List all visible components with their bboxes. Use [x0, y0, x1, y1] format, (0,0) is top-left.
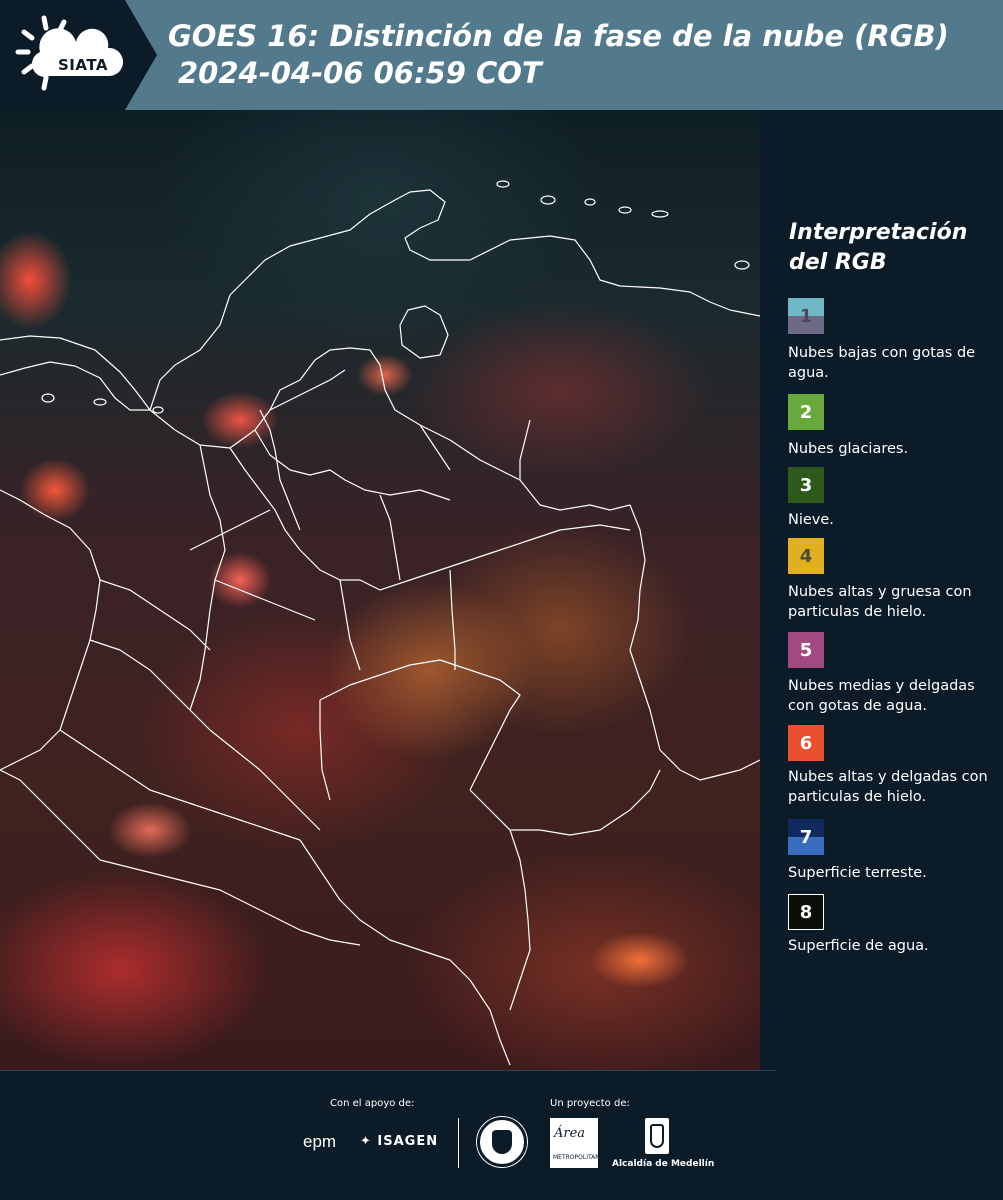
- medellin-shield-icon: [645, 1118, 669, 1154]
- island: [584, 198, 596, 206]
- legend-label-3: Nieve.: [788, 512, 834, 528]
- island: [152, 406, 164, 414]
- isagen-logo: ✦ ISAGEN: [360, 1134, 439, 1149]
- area-logo-subtext: METROPOLITANA: [553, 1154, 604, 1161]
- island: [496, 180, 510, 188]
- legend-number-1: 1: [799, 305, 813, 327]
- legend-swatch-1: 1: [788, 298, 824, 334]
- country-borders: [0, 180, 760, 1066]
- legend-number-7: 7: [799, 826, 813, 848]
- satellite-image: [0, 110, 760, 1070]
- legend-label-8: Superficie de agua.: [788, 938, 929, 954]
- legend-number-3: 3: [799, 474, 813, 496]
- legend-swatch-8: 8: [788, 894, 824, 930]
- maracaibo-lake: [399, 305, 449, 359]
- header: SIATA GOES 16: Distinción de la fase de …: [0, 0, 1003, 110]
- pacific-coastline: [0, 489, 101, 771]
- legend-label-2: Nubes glaciares.: [788, 441, 909, 457]
- island: [651, 210, 669, 218]
- project-label: Un proyecto de:: [550, 1098, 630, 1109]
- logo-text: SIATA: [58, 56, 109, 74]
- page-datetime: 2024-04-06 06:59 COT: [178, 56, 542, 90]
- legend-swatch-6: 6: [788, 725, 824, 761]
- panama-border: [0, 361, 150, 411]
- area-logo-text: Área: [554, 1126, 586, 1141]
- support-label: Con el apoyo de:: [330, 1098, 415, 1109]
- legend-number-6: 6: [799, 732, 813, 754]
- legend-number-5: 5: [799, 639, 813, 661]
- legend-label-4: Nubes altas y gruesa con particulas de h…: [788, 584, 972, 620]
- legend-swatch-5: 5: [788, 632, 824, 668]
- legend-label-6: Nubes altas y delgadas con particulas de…: [788, 769, 988, 805]
- siata-logo: SIATA: [14, 12, 126, 98]
- island: [41, 393, 55, 403]
- legend-title: Interpretación del RGB: [789, 220, 968, 275]
- caribbean-coastline: [0, 189, 760, 411]
- department-borders: [149, 347, 631, 511]
- legend-label-7: Superficie terreste.: [788, 865, 927, 881]
- legend-swatch-3: 3: [788, 467, 824, 503]
- legend-swatch-7: 7: [788, 819, 824, 855]
- island: [618, 206, 632, 214]
- legend-swatch-4: 4: [788, 538, 824, 574]
- legend-label-5: Nubes medias y delgadas con gotas de agu…: [788, 678, 975, 714]
- government-seal-icon: [477, 1117, 527, 1167]
- isagen-logo-text: ISAGEN: [377, 1134, 439, 1149]
- legend-label-1: Nubes bajas con gotas de agua.: [788, 345, 976, 381]
- legend-number-8: 8: [799, 901, 813, 923]
- island: [734, 260, 750, 270]
- legend-panel: Interpretación del RGB 1 Nubes bajas con…: [760, 110, 1003, 1070]
- legend-swatch-2: 2: [788, 394, 824, 430]
- logo-divider: [458, 1118, 459, 1168]
- island: [93, 398, 107, 406]
- footer-divider-line: [0, 1070, 776, 1071]
- medellin-logo-text: Alcaldía de Medellín: [612, 1159, 715, 1169]
- area-metropolitana-logo: Área METROPOLITANA: [550, 1118, 604, 1168]
- footer: Con el apoyo de: Un proyecto de: epm ✦ I…: [0, 1070, 1003, 1200]
- epm-logo: epm: [303, 1132, 337, 1151]
- page-title: GOES 16: Distinción de la fase de la nub…: [168, 19, 949, 53]
- legend-number-2: 2: [799, 401, 813, 423]
- legend-number-4: 4: [799, 545, 813, 567]
- island: [540, 195, 556, 205]
- sun-cloud-icon: [15, 15, 124, 91]
